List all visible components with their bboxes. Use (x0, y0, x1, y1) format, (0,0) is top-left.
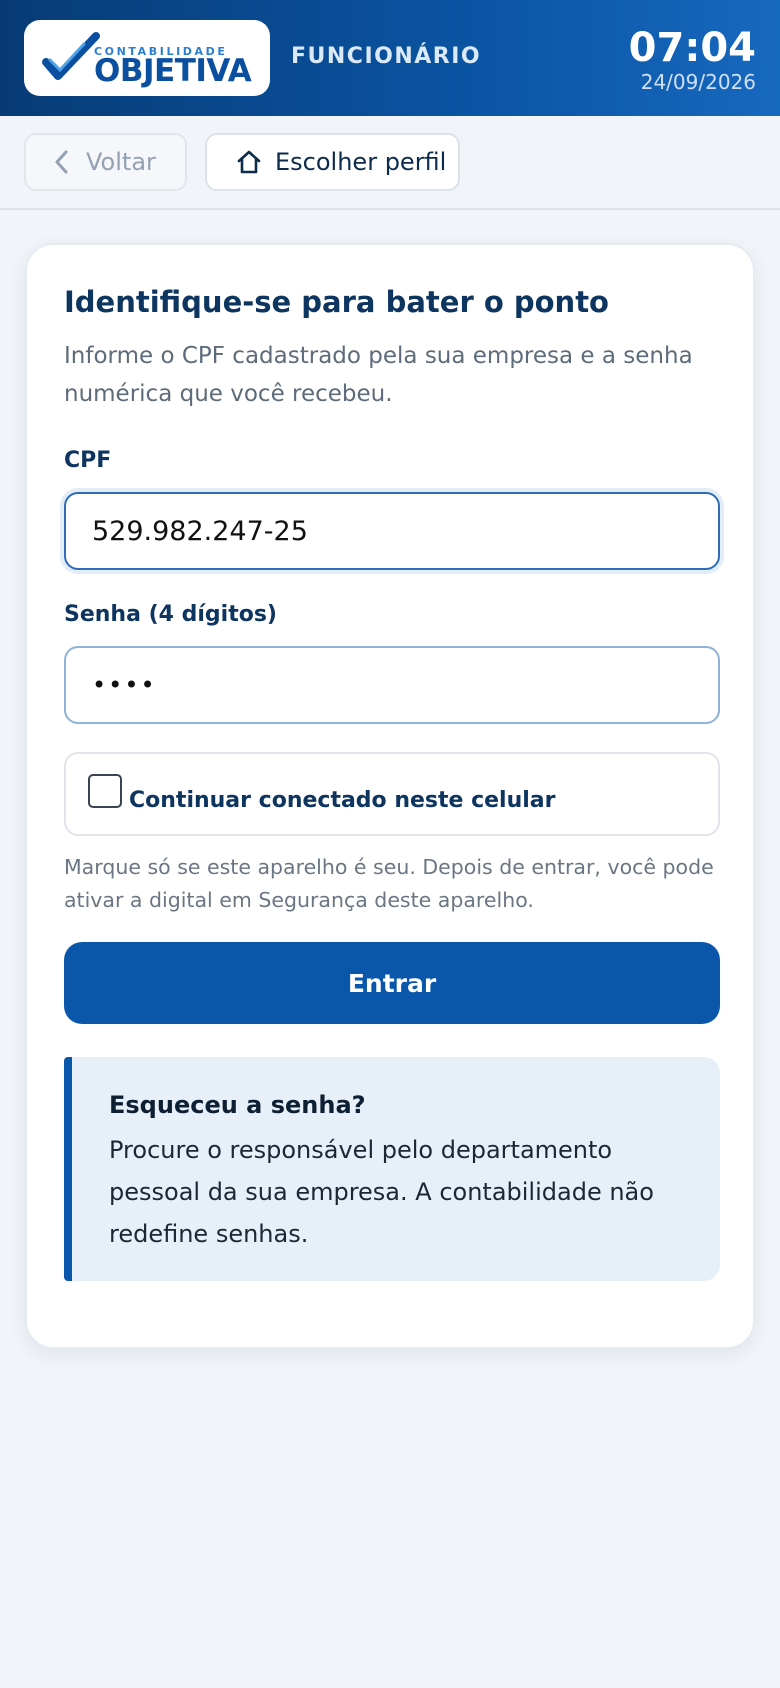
back-button[interactable]: Voltar (24, 133, 187, 191)
home-icon (235, 148, 263, 176)
forgot-password-text: Procure o responsável pelo departamento … (109, 1136, 654, 1248)
remember-option[interactable]: Continuar conectado neste celular (64, 752, 720, 836)
login-subtitle: Informe o CPF cadastrado pela sua empres… (64, 343, 693, 407)
remember-help-text: Marque só se este aparelho é seu. Depois… (64, 855, 714, 912)
login-title: Identifique-se para bater o ponto (64, 285, 609, 319)
password-label: Senha (4 dígitos) (64, 602, 277, 627)
app-header: CONTABILIDADE OBJETIVA FUNCIONÁRIO 07:04… (0, 0, 780, 116)
forgot-password-title: Esqueceu a senha? (109, 1091, 366, 1119)
clock-date: 24/09/2026 (640, 70, 756, 94)
remember-checkbox[interactable] (88, 774, 122, 808)
company-logo: CONTABILIDADE OBJETIVA (24, 20, 270, 96)
logo-title: OBJETIVA (94, 53, 252, 89)
chevron-left-icon (54, 150, 68, 174)
clock-time: 07:04 (628, 25, 756, 71)
choose-profile-label: Escolher perfil (275, 148, 447, 176)
login-card: Identifique-se para bater o ponto Inform… (25, 243, 755, 1349)
back-button-label: Voltar (86, 148, 156, 176)
user-role: FUNCIONÁRIO (291, 44, 482, 69)
remember-label: Continuar conectado neste celular (129, 788, 556, 813)
forgot-password-notice: Esqueceu a senha? Procure o responsável … (64, 1057, 720, 1281)
password-input[interactable] (64, 646, 720, 724)
nav-bar: Voltar Escolher perfil (0, 116, 780, 210)
submit-button[interactable]: Entrar (64, 942, 720, 1024)
cpf-input[interactable] (64, 492, 720, 570)
choose-profile-button[interactable]: Escolher perfil (205, 133, 460, 191)
cpf-label: CPF (64, 448, 112, 473)
